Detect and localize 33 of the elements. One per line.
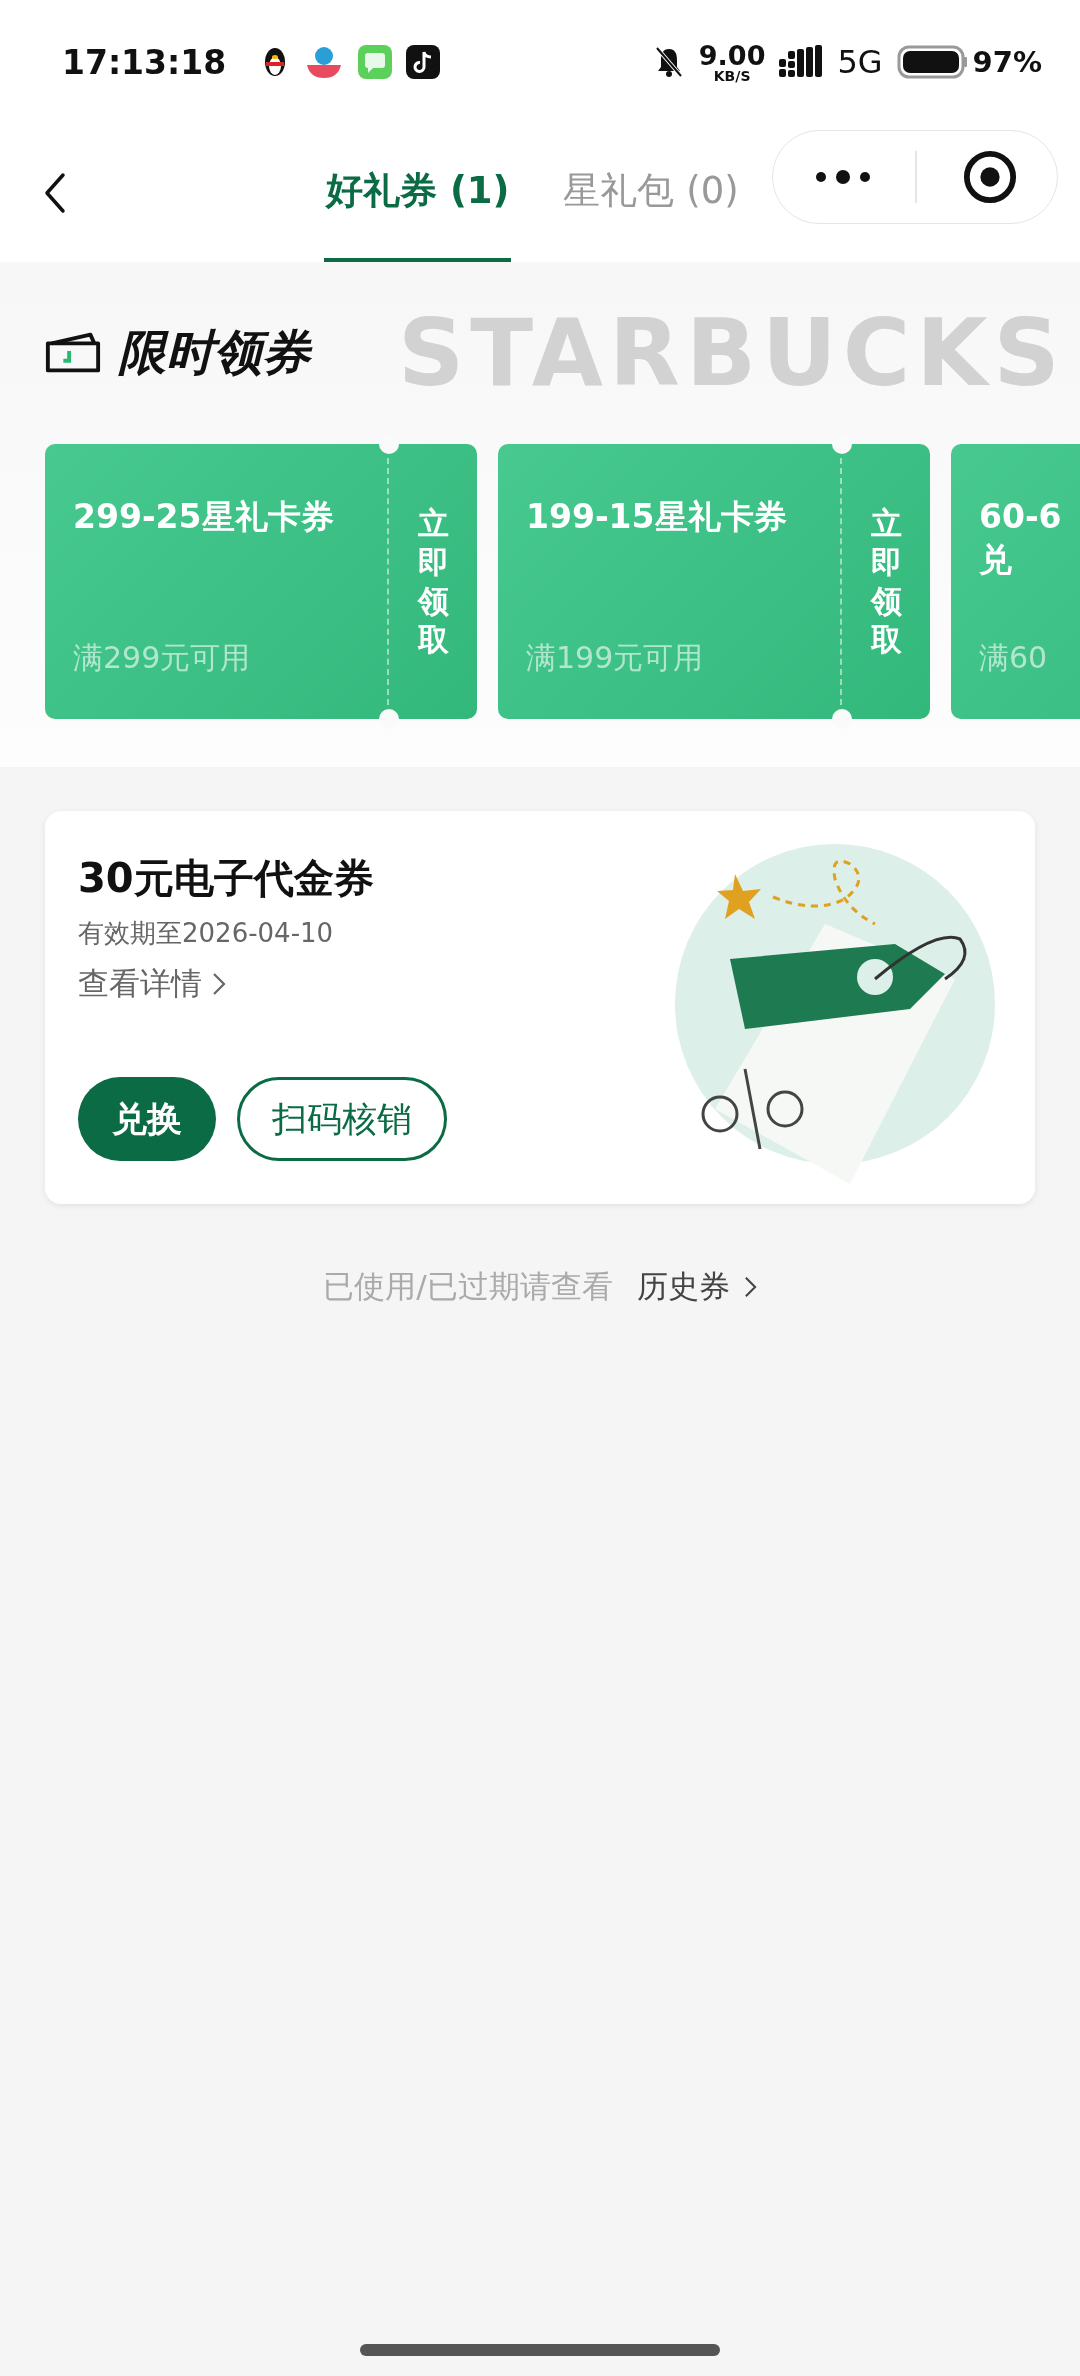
coupon-title: 60-6 兑 xyxy=(979,496,1063,581)
claim-link[interactable]: 立即领取 xyxy=(417,504,449,659)
expiry-date: 有效期至2026-04-10 xyxy=(78,917,335,950)
tab[interactable]: 星礼包 (0) xyxy=(561,124,741,262)
chevron-icon xyxy=(212,972,226,996)
coupon-card[interactable]: 60-6 兑 满60 xyxy=(951,444,1080,719)
battery-icon xyxy=(896,45,969,79)
coupon-title: 199-15星礼卡券 xyxy=(526,496,788,538)
net-speed: 9.00 xyxy=(698,41,766,69)
home-indicator[interactable] xyxy=(360,2344,720,2356)
coupon-title: 299-25星礼卡券 xyxy=(73,496,335,538)
more-icon xyxy=(813,167,873,187)
signal-icon xyxy=(779,45,824,79)
scan-button[interactable]: 扫码核销 xyxy=(237,1077,447,1161)
chat-bubble-icon xyxy=(358,45,393,79)
details-link[interactable]: 查看详情 xyxy=(78,963,202,1005)
back-icon xyxy=(43,171,67,215)
history-link[interactable]: 历史券 xyxy=(636,1266,730,1308)
target-icon xyxy=(962,150,1017,204)
redeem-button[interactable]: 兑换 xyxy=(78,1077,216,1161)
network-type: 5G xyxy=(837,43,883,81)
chevron-icon xyxy=(743,1275,757,1299)
music-note-icon xyxy=(406,45,441,79)
battery-percent: 97% xyxy=(972,45,1042,79)
net-unit: KB/S xyxy=(713,68,751,83)
coupon-condition: 满199元可用 xyxy=(526,639,705,677)
clock-time: 17:13:18 xyxy=(62,42,227,82)
ticket-clock-icon xyxy=(44,331,102,375)
coupon-condition: 满60 xyxy=(979,639,1049,677)
claim-link[interactable]: 立即领取 xyxy=(870,504,902,659)
history-hint: 已使用/已过期请查看 xyxy=(323,1267,613,1306)
coupon-condition: 满299元可用 xyxy=(73,639,252,677)
voucher-title: 30元电子代金券 xyxy=(78,854,375,903)
